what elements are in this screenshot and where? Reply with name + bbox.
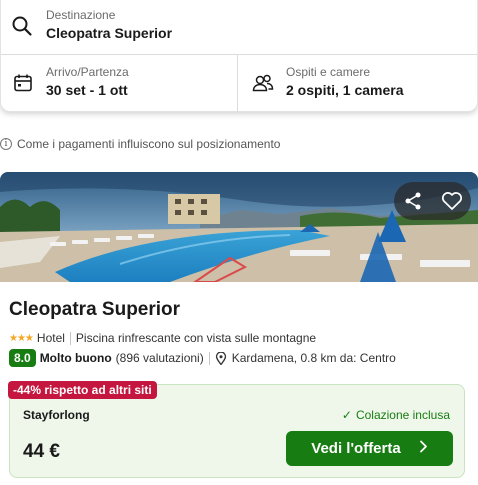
dates-value: 30 set - 1 ott bbox=[46, 82, 128, 98]
location-pin-icon bbox=[215, 350, 227, 366]
chevron-right-icon bbox=[419, 440, 428, 457]
dates-field[interactable]: Arrivo/Partenza 30 set - 1 ott bbox=[1, 55, 238, 112]
info-icon: i bbox=[0, 138, 12, 150]
people-icon bbox=[252, 73, 274, 93]
breakfast-label: Colazione inclusa bbox=[355, 408, 450, 422]
view-offer-label: Vedi l'offerta bbox=[311, 440, 401, 457]
guests-field[interactable]: Ospiti e camere 2 ospiti, 1 camera bbox=[238, 55, 478, 112]
photo-actions bbox=[394, 182, 471, 220]
rating-word: Molto buono bbox=[39, 351, 112, 365]
breakfast-included: ✓ Colazione inclusa bbox=[342, 408, 450, 422]
review-count[interactable]: (896 valutazioni) bbox=[116, 351, 204, 365]
search-icon bbox=[11, 15, 33, 37]
rating-score-badge: 8.0 bbox=[9, 349, 36, 367]
offer-price: 44 € bbox=[23, 441, 60, 462]
dates-label: Arrivo/Partenza bbox=[46, 65, 129, 79]
guests-label: Ospiti e camere bbox=[286, 65, 371, 79]
destination-value: Cleopatra Superior bbox=[46, 25, 173, 41]
hotel-type: Hotel bbox=[36, 331, 65, 345]
dates-guests-row: Arrivo/Partenza 30 set - 1 ott Ospiti e … bbox=[1, 55, 477, 112]
ranking-info-link[interactable]: i Come i pagamenti influiscono sul posiz… bbox=[0, 136, 280, 152]
star-rating-icon: ★★★ bbox=[9, 332, 34, 344]
heart-icon[interactable] bbox=[439, 188, 465, 214]
divider bbox=[69, 331, 71, 345]
discount-badge: -44% rispetto ad altri siti bbox=[8, 381, 157, 399]
destination-field[interactable]: Destinazione Cleopatra Superior bbox=[1, 0, 477, 55]
guests-value: 2 ospiti, 1 camera bbox=[286, 82, 404, 98]
destination-label: Destinazione bbox=[46, 8, 116, 22]
view-offer-button[interactable]: Vedi l'offerta bbox=[286, 431, 453, 466]
divider bbox=[208, 351, 210, 365]
hotel-highlight: Piscina rinfrescante con vista sulle mon… bbox=[75, 331, 317, 345]
hotel-name[interactable]: Cleopatra Superior bbox=[9, 299, 180, 321]
offer-provider: Stayforlong bbox=[23, 408, 90, 422]
calendar-icon bbox=[13, 73, 33, 93]
check-icon: ✓ bbox=[341, 408, 352, 422]
search-card: Destinazione Cleopatra Superior Arrivo/P… bbox=[0, 0, 478, 112]
hotel-meta: ★★★ Hotel Piscina rinfrescante con vista… bbox=[9, 331, 316, 345]
share-icon[interactable] bbox=[400, 188, 426, 214]
rating-row: 8.0 Molto buono (896 valutazioni) Kardam… bbox=[9, 349, 396, 367]
hotel-location[interactable]: Kardamena, 0.8 km da: Centro bbox=[232, 351, 396, 365]
ranking-info-text: Come i pagamenti influiscono sul posizio… bbox=[17, 137, 281, 151]
